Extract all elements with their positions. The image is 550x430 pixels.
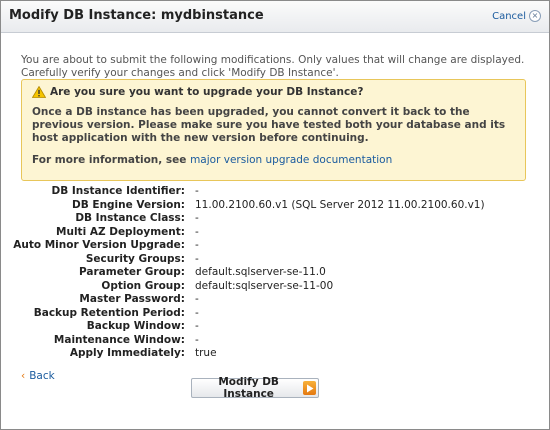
warning-triangle-icon bbox=[32, 86, 46, 98]
detail-row: Backup Window: - bbox=[1, 320, 549, 334]
detail-label: Master Password: bbox=[79, 293, 185, 305]
detail-value: - bbox=[195, 333, 199, 346]
detail-label: DB Instance Identifier: bbox=[51, 185, 185, 197]
cancel-link[interactable]: Cancel × bbox=[492, 10, 541, 22]
detail-label: Security Groups: bbox=[85, 252, 185, 265]
detail-row: Auto Minor Version Upgrade: - bbox=[1, 239, 549, 253]
warning-more-prefix: For more information, see bbox=[32, 154, 187, 166]
detail-label: Auto Minor Version Upgrade: bbox=[13, 239, 185, 251]
detail-row: Option Group: default:sqlserver-se-11-00 bbox=[1, 280, 549, 294]
detail-value: - bbox=[195, 225, 199, 238]
intro-text: You are about to submit the following mo… bbox=[21, 54, 525, 79]
modify-db-instance-button[interactable]: Modify DB Instance bbox=[191, 376, 319, 400]
detail-label: Maintenance Window: bbox=[53, 333, 185, 346]
detail-value: default.sqlserver-se-11.0 bbox=[195, 266, 326, 278]
detail-row: Multi AZ Deployment: - bbox=[1, 226, 549, 240]
detail-label: Option Group: bbox=[101, 279, 185, 292]
detail-value: - bbox=[195, 320, 199, 332]
warning-heading: Are you sure you want to upgrade your DB… bbox=[50, 86, 364, 98]
modification-details: DB Instance Identifier: - DB Engine Versi… bbox=[1, 185, 549, 361]
upgrade-documentation-link[interactable]: major version upgrade documentation bbox=[190, 154, 392, 166]
upgrade-warning-box: Are you sure you want to upgrade your DB… bbox=[21, 79, 526, 181]
detail-value: - bbox=[195, 306, 199, 319]
chevron-left-icon[interactable]: ‹ bbox=[21, 370, 25, 382]
detail-row: Backup Retention Period: - bbox=[1, 307, 549, 321]
close-circle-icon[interactable]: × bbox=[529, 10, 541, 22]
detail-label: Backup Retention Period: bbox=[33, 306, 185, 319]
detail-label: DB Engine Version: bbox=[72, 198, 185, 211]
back-label[interactable]: Back bbox=[29, 370, 55, 382]
detail-row: Maintenance Window: - bbox=[1, 334, 549, 348]
back-link[interactable]: ‹ Back bbox=[21, 370, 55, 382]
detail-value: true bbox=[195, 347, 217, 359]
detail-row: DB Instance Identifier: - bbox=[1, 185, 549, 199]
arrow-right-icon[interactable] bbox=[303, 381, 316, 395]
detail-label: Backup Window: bbox=[86, 320, 185, 332]
detail-value: - bbox=[195, 212, 199, 224]
detail-value: - bbox=[195, 252, 199, 265]
warning-body: Once a DB instance has been upgraded, yo… bbox=[32, 106, 506, 144]
warning-more-info: For more information, see major version … bbox=[32, 154, 515, 166]
detail-label: Apply Immediately: bbox=[69, 347, 185, 359]
detail-value: default:sqlserver-se-11-00 bbox=[195, 279, 334, 292]
detail-value: - bbox=[195, 185, 199, 197]
warning-heading-row: Are you sure you want to upgrade your DB… bbox=[32, 86, 515, 98]
detail-row: DB Engine Version: 11.00.2100.60.v1 (SQL … bbox=[1, 199, 549, 213]
detail-row: Parameter Group: default.sqlserver-se-11.… bbox=[1, 266, 549, 280]
detail-value: - bbox=[195, 293, 199, 305]
detail-row: Apply Immediately: true bbox=[1, 347, 549, 361]
detail-row: Security Groups: - bbox=[1, 253, 549, 267]
detail-row: Master Password: - bbox=[1, 293, 549, 307]
detail-label: Parameter Group: bbox=[79, 266, 185, 278]
detail-value: - bbox=[195, 239, 199, 251]
cancel-label[interactable]: Cancel bbox=[492, 11, 526, 22]
modify-db-instance-dialog: Modify DB Instance: mydbinstance Cancel … bbox=[0, 0, 550, 430]
dialog-title: Modify DB Instance: mydbinstance bbox=[9, 8, 264, 23]
dialog-titlebar: Modify DB Instance: mydbinstance Cancel … bbox=[1, 1, 549, 33]
modify-button-label[interactable]: Modify DB Instance bbox=[200, 376, 297, 400]
detail-row: DB Instance Class: - bbox=[1, 212, 549, 226]
detail-label: DB Instance Class: bbox=[75, 212, 185, 224]
detail-label: Multi AZ Deployment: bbox=[56, 225, 185, 238]
detail-value: 11.00.2100.60.v1 (SQL Server 2012 11.00.… bbox=[195, 198, 485, 211]
